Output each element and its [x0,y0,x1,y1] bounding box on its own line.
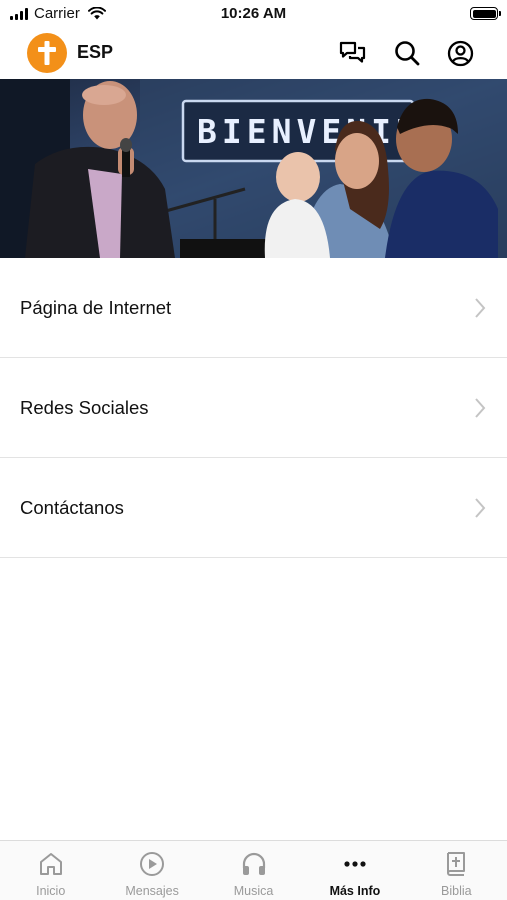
status-bar: Carrier 10:26 AM [0,0,507,28]
tab-label: Biblia [441,884,472,898]
search-button[interactable] [393,39,421,67]
chat-icon [339,41,365,63]
cross-icon [38,41,56,65]
play-circle-icon [140,852,165,876]
bible-icon [447,852,466,876]
chevron-right-icon [475,297,486,318]
app-logo[interactable] [27,33,67,73]
more-icon [344,861,366,867]
hero-image: BIENVENID [0,79,507,258]
menu-item-social[interactable]: Redes Sociales [0,358,507,458]
home-icon [39,853,62,875]
user-icon [447,40,473,66]
battery-icon [470,7,501,20]
tab-mensajes[interactable]: Mensajes [101,841,202,900]
hero-photo: BIENVENID [0,79,507,258]
tab-label: Musica [233,884,274,898]
chevron-right-icon [475,397,486,418]
menu-item-website[interactable]: Página de Internet [0,258,507,358]
tab-label: Más Info [329,884,381,898]
menu-item-contact[interactable]: Contáctanos [0,458,507,558]
search-icon [395,41,420,66]
app-header: ESP [0,28,507,78]
tab-label: Mensajes [125,884,179,898]
chevron-right-icon [475,497,486,518]
menu-item-label: Página de Internet [20,296,172,318]
menu-list: Página de Internet Redes Sociales Contác… [0,258,507,558]
menu-item-label: Contáctanos [20,496,124,518]
headphones-icon [242,852,265,875]
status-time: 10:26 AM [220,5,287,22]
tab-label: Inicio [36,884,66,898]
tab-mas-info[interactable]: Más Info [304,841,405,900]
hero-banner-text: BIENVENID [197,112,421,151]
tab-musica[interactable]: Musica [203,841,304,900]
tab-biblia[interactable]: Biblia [406,841,507,900]
account-button[interactable] [446,39,474,67]
chat-button[interactable] [338,39,366,67]
page-title: ESP [77,42,114,62]
tab-bar: Inicio Mensajes Musica Más Info Biblia [0,840,507,900]
tab-inicio[interactable]: Inicio [0,841,101,900]
menu-item-label: Redes Sociales [20,396,149,418]
